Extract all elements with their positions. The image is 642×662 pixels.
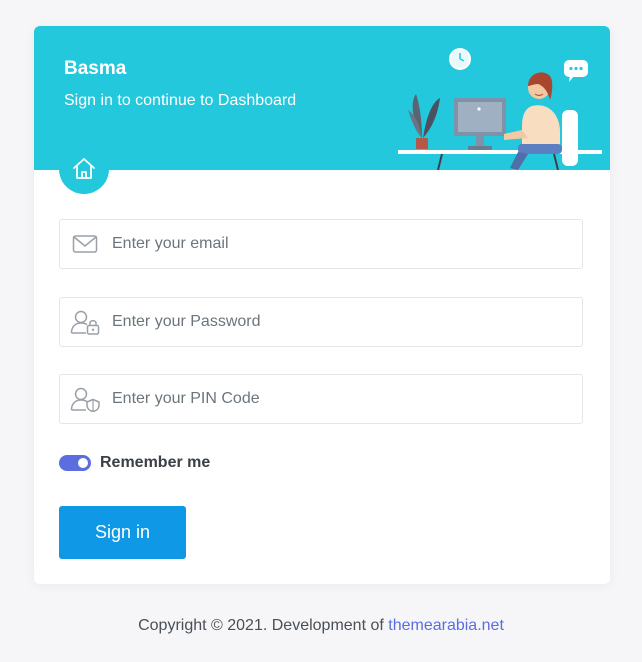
- password-input[interactable]: [112, 298, 572, 346]
- remember-me-label[interactable]: Remember me: [100, 454, 210, 472]
- copyright-text: Copyright © 2021. Development of: [138, 617, 384, 634]
- login-card: Basma Sign in to continue to Dashboard E…: [34, 26, 610, 584]
- logo-badge: [59, 144, 109, 194]
- home-icon: [73, 158, 95, 179]
- themearabia-link[interactable]: themearabia.net: [388, 617, 504, 634]
- user-shield-icon: [70, 386, 100, 412]
- sign-in-button[interactable]: Sign in: [59, 506, 186, 559]
- header-subtitle: Sign in to continue to Dashboard: [64, 92, 297, 109]
- header-banner: Basma Sign in to continue to Dashboard: [34, 26, 610, 170]
- remember-me-toggle[interactable]: [59, 455, 91, 471]
- email-field: [59, 219, 583, 269]
- pin-input[interactable]: [112, 375, 572, 423]
- footer: Copyright © 2021. Development of themear…: [0, 617, 642, 635]
- toggle-knob: [78, 458, 88, 468]
- envelope-icon: [70, 231, 100, 257]
- office-worker-illustration: [398, 48, 602, 170]
- password-field: [59, 297, 583, 347]
- brand-title: Basma: [64, 58, 127, 79]
- email-input[interactable]: [112, 220, 572, 268]
- pin-field: [59, 374, 583, 424]
- user-lock-icon: [70, 309, 100, 335]
